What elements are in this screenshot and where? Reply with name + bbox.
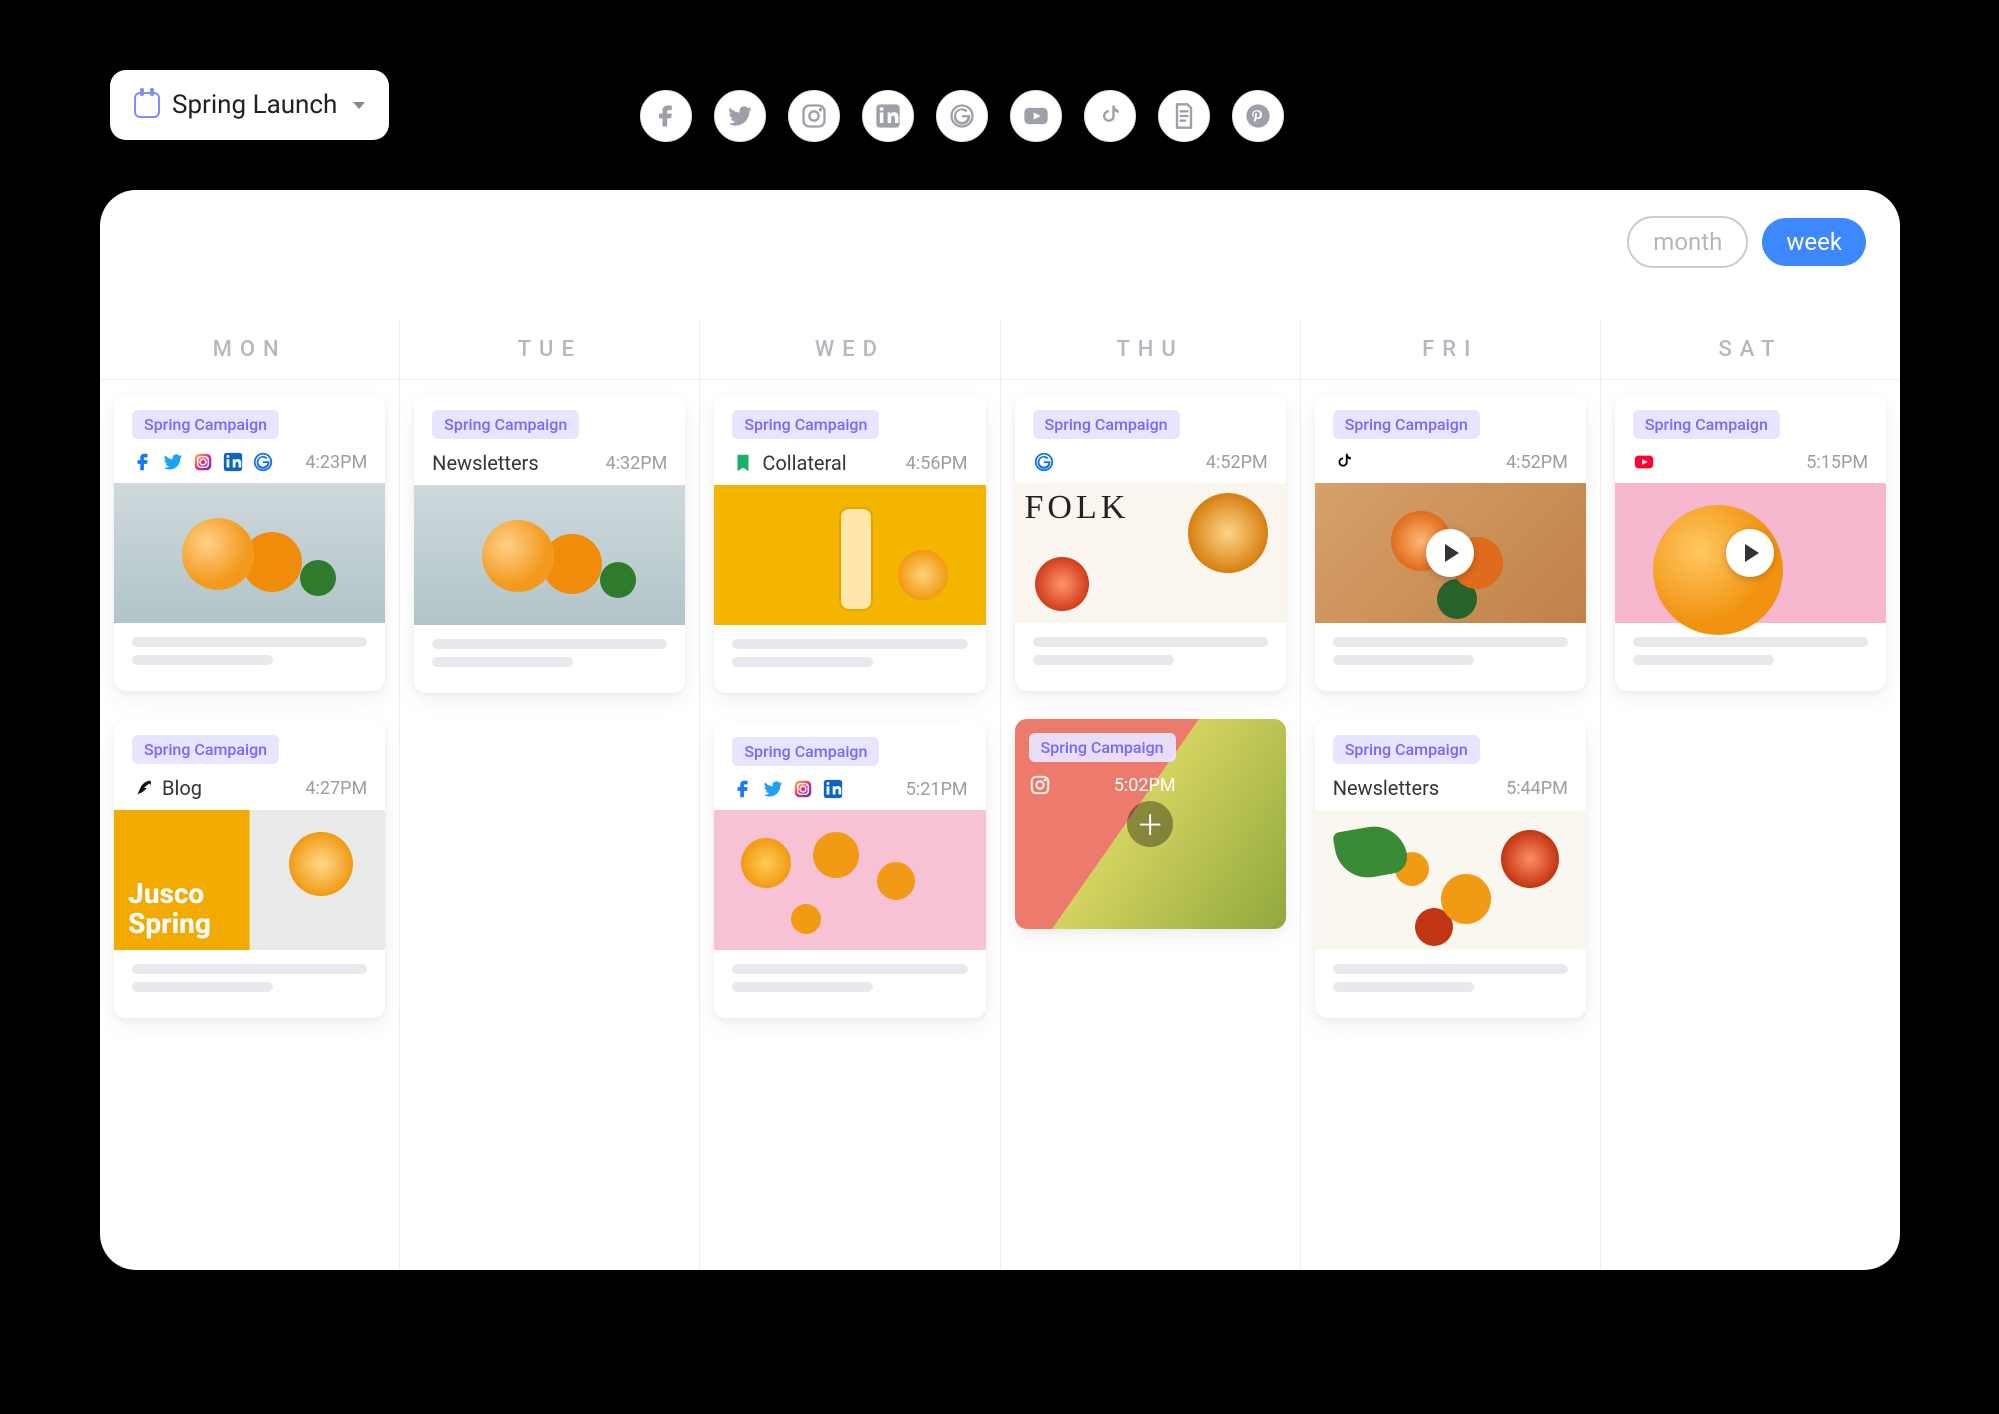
post-preview-text <box>114 950 385 1018</box>
feather-icon <box>132 777 154 799</box>
post-preview-text <box>1015 623 1286 691</box>
post-card[interactable]: Spring Campaign Newsletters 4:32PM <box>414 394 685 693</box>
campaign-tag: Spring Campaign <box>1633 410 1780 439</box>
day-column-thu: Spring Campaign 4:52PM FOLK Spring Campa… <box>1001 380 1301 1270</box>
calendar-board: month week MON TUE WED THU FRI SAT Sprin… <box>100 190 1900 1270</box>
post-time: 4:52PM <box>1206 452 1268 473</box>
campaign-tag: Spring Campaign <box>1333 735 1480 764</box>
channel-filter-bar <box>640 90 1284 142</box>
day-column-fri: Spring Campaign 4:52PM Spring Campaign N… <box>1301 380 1601 1270</box>
post-preview-text <box>1315 950 1586 1018</box>
chevron-down-icon <box>353 102 365 109</box>
post-preview-text <box>714 950 985 1018</box>
view-toggle: month week <box>1627 216 1866 268</box>
channel-label: Collateral <box>762 451 846 475</box>
channel-google[interactable] <box>936 90 988 142</box>
channel-facebook[interactable] <box>640 90 692 142</box>
day-column-mon: Spring Campaign 4:23PM <box>100 380 400 1270</box>
post-card[interactable]: Spring Campaign 5:21PM <box>714 721 985 1018</box>
instagram-icon <box>1029 774 1051 796</box>
channel-linkedin[interactable] <box>862 90 914 142</box>
post-card[interactable]: Spring Campaign 5:02PM ＋ <box>1015 719 1286 929</box>
campaign-tag: Spring Campaign <box>132 410 279 439</box>
day-header: MON <box>100 320 400 379</box>
day-column-wed: Spring Campaign Collateral 4:56PM <box>700 380 1000 1270</box>
post-thumbnail: FOLK <box>1015 483 1286 623</box>
campaign-selector[interactable]: Spring Launch <box>110 70 389 140</box>
post-thumbnail <box>114 483 385 623</box>
post-card[interactable]: Spring Campaign Collateral 4:56PM <box>714 394 985 693</box>
post-card[interactable]: Spring Campaign 4:52PM FOLK <box>1015 394 1286 691</box>
view-week-button[interactable]: week <box>1762 218 1866 266</box>
post-thumbnail: Jusco Spring <box>114 810 385 950</box>
channel-blog[interactable] <box>1158 90 1210 142</box>
post-time: 4:52PM <box>1506 452 1568 473</box>
view-month-button[interactable]: month <box>1627 216 1748 268</box>
day-column-sat: Spring Campaign 5:15PM <box>1601 380 1900 1270</box>
campaign-tag: Spring Campaign <box>1033 410 1180 439</box>
post-preview-text <box>114 623 385 691</box>
post-preview-text <box>714 625 985 693</box>
post-card[interactable]: Spring Campaign 4:23PM <box>114 394 385 691</box>
post-time: 4:23PM <box>305 452 367 473</box>
thumbnail-text: Jusco Spring <box>128 879 211 938</box>
post-thumbnail <box>414 485 685 625</box>
post-preview-text <box>414 625 685 693</box>
channel-pinterest[interactable] <box>1232 90 1284 142</box>
post-card[interactable]: Spring Campaign 4:52PM <box>1315 394 1586 691</box>
channel-youtube[interactable] <box>1010 90 1062 142</box>
post-time: 5:44PM <box>1506 778 1568 799</box>
channel-tiktok[interactable] <box>1084 90 1136 142</box>
post-time: 4:32PM <box>606 453 668 474</box>
channel-instagram[interactable] <box>788 90 840 142</box>
calendar-icon <box>134 92 160 118</box>
post-card[interactable]: Spring Campaign 5:15PM <box>1615 394 1886 691</box>
day-header: SAT <box>1601 320 1900 379</box>
campaign-name: Spring Launch <box>172 90 337 120</box>
play-icon <box>1426 529 1474 577</box>
campaign-tag: Spring Campaign <box>132 735 279 764</box>
channel-icons <box>132 451 274 473</box>
tiktok-icon <box>1333 451 1355 473</box>
post-time: 4:56PM <box>906 453 968 474</box>
day-header: TUE <box>400 320 700 379</box>
bookmark-icon <box>732 452 754 474</box>
post-preview-text <box>1615 623 1886 691</box>
campaign-tag: Spring Campaign <box>732 737 879 766</box>
post-card[interactable]: Spring Campaign Blog 4:27PM Jusco Spring <box>114 719 385 1018</box>
post-time: 5:21PM <box>906 779 968 800</box>
post-preview-text <box>1315 623 1586 691</box>
post-time: 5:15PM <box>1806 452 1868 473</box>
channel-icons <box>732 778 844 800</box>
day-header: THU <box>1001 320 1301 379</box>
post-thumbnail <box>1315 810 1586 950</box>
post-card[interactable]: Spring Campaign Newsletters 5:44PM <box>1315 719 1586 1018</box>
campaign-tag: Spring Campaign <box>432 410 579 439</box>
youtube-icon <box>1633 451 1655 473</box>
channel-twitter[interactable] <box>714 90 766 142</box>
channel-label: Newsletters <box>432 451 538 475</box>
day-header: FRI <box>1301 320 1601 379</box>
campaign-tag: Spring Campaign <box>1333 410 1480 439</box>
day-column-tue: Spring Campaign Newsletters 4:32PM <box>400 380 700 1270</box>
google-icon <box>1033 451 1055 473</box>
day-header-row: MON TUE WED THU FRI SAT <box>100 320 1900 380</box>
post-time: 4:27PM <box>305 778 367 799</box>
campaign-tag: Spring Campaign <box>732 410 879 439</box>
channel-label: Newsletters <box>1333 776 1439 800</box>
channel-label: Blog <box>162 776 202 800</box>
post-thumbnail <box>1315 483 1586 623</box>
day-header: WED <box>700 320 1000 379</box>
campaign-tag: Spring Campaign <box>1029 733 1176 762</box>
post-thumbnail <box>714 485 985 625</box>
post-thumbnail <box>714 810 985 950</box>
post-time: 5:02PM <box>1114 775 1176 796</box>
play-icon <box>1726 529 1774 577</box>
post-thumbnail <box>1615 483 1886 623</box>
